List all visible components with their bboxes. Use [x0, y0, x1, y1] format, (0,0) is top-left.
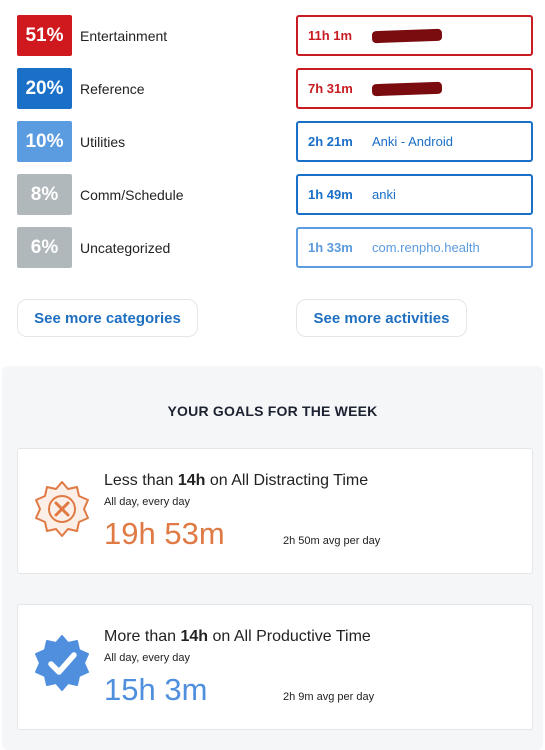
- activity-row[interactable]: 1h 49m anki: [296, 174, 533, 215]
- redaction-mark: [371, 81, 443, 96]
- see-more-categories-button[interactable]: See more categories: [17, 299, 198, 337]
- goal-description: Less than 14h on All Distracting Time: [104, 472, 369, 489]
- goal-average: 2h 50m avg per day: [283, 535, 381, 547]
- activity-time: 7h 31m: [308, 81, 353, 96]
- goal-schedule: All day, every day: [104, 652, 191, 664]
- x-badge-icon: [35, 481, 89, 537]
- goal-card-distracting[interactable]: Less than 14h on All Distracting Time Al…: [17, 448, 533, 574]
- check-badge-icon: [35, 635, 89, 691]
- activity-row[interactable]: 11h 1m: [296, 15, 533, 56]
- category-label: Reference: [80, 80, 145, 97]
- category-row-uncategorized[interactable]: 6% Uncategorized: [17, 227, 277, 268]
- category-percent-badge: 10%: [17, 121, 72, 162]
- goal-card-productive[interactable]: More than 14h on All Productive Time All…: [17, 604, 533, 730]
- goal-description: More than 14h on All Productive Time: [104, 628, 371, 645]
- category-label: Uncategorized: [80, 239, 171, 256]
- category-percent-badge: 20%: [17, 68, 72, 109]
- goal-total-time: 19h 53m: [104, 516, 225, 551]
- weekly-goals-panel: YOUR GOALS FOR THE WEEK Less than 14h on…: [2, 366, 543, 750]
- category-percent-badge: 51%: [17, 15, 72, 56]
- category-percent-badge: 6%: [17, 227, 72, 268]
- activity-name: Anki - Android: [372, 134, 453, 149]
- category-label: Entertainment: [80, 27, 168, 44]
- activity-row[interactable]: 2h 21m Anki - Android: [296, 121, 533, 162]
- activity-summary: 51% Entertainment 20% Reference 10% Util…: [0, 0, 545, 360]
- activity-time: 1h 49m: [308, 187, 353, 202]
- category-row-comm-schedule[interactable]: 8% Comm/Schedule: [17, 174, 277, 215]
- activity-time: 11h 1m: [308, 28, 353, 43]
- goals-title: YOUR GOALS FOR THE WEEK: [167, 403, 378, 419]
- activity-name: com.renpho.health: [372, 240, 480, 255]
- category-label: Utilities: [80, 133, 126, 150]
- category-percent-badge: 8%: [17, 174, 72, 215]
- category-row-reference[interactable]: 20% Reference: [17, 68, 277, 109]
- activity-time: 2h 21m: [308, 134, 353, 149]
- goal-average: 2h 9m avg per day: [283, 691, 375, 703]
- activity-row[interactable]: 1h 33m com.renpho.health: [296, 227, 533, 268]
- activity-name: anki: [372, 187, 396, 202]
- category-row-entertainment[interactable]: 51% Entertainment: [17, 15, 277, 56]
- category-row-utilities[interactable]: 10% Utilities: [17, 121, 277, 162]
- goal-total-time: 15h 3m: [104, 672, 208, 707]
- goal-schedule: All day, every day: [104, 496, 191, 508]
- category-label: Comm/Schedule: [80, 186, 184, 203]
- redaction-mark: [371, 28, 443, 43]
- activity-row[interactable]: 7h 31m: [296, 68, 533, 109]
- activity-time: 1h 33m: [308, 240, 353, 255]
- see-more-activities-button[interactable]: See more activities: [296, 299, 467, 337]
